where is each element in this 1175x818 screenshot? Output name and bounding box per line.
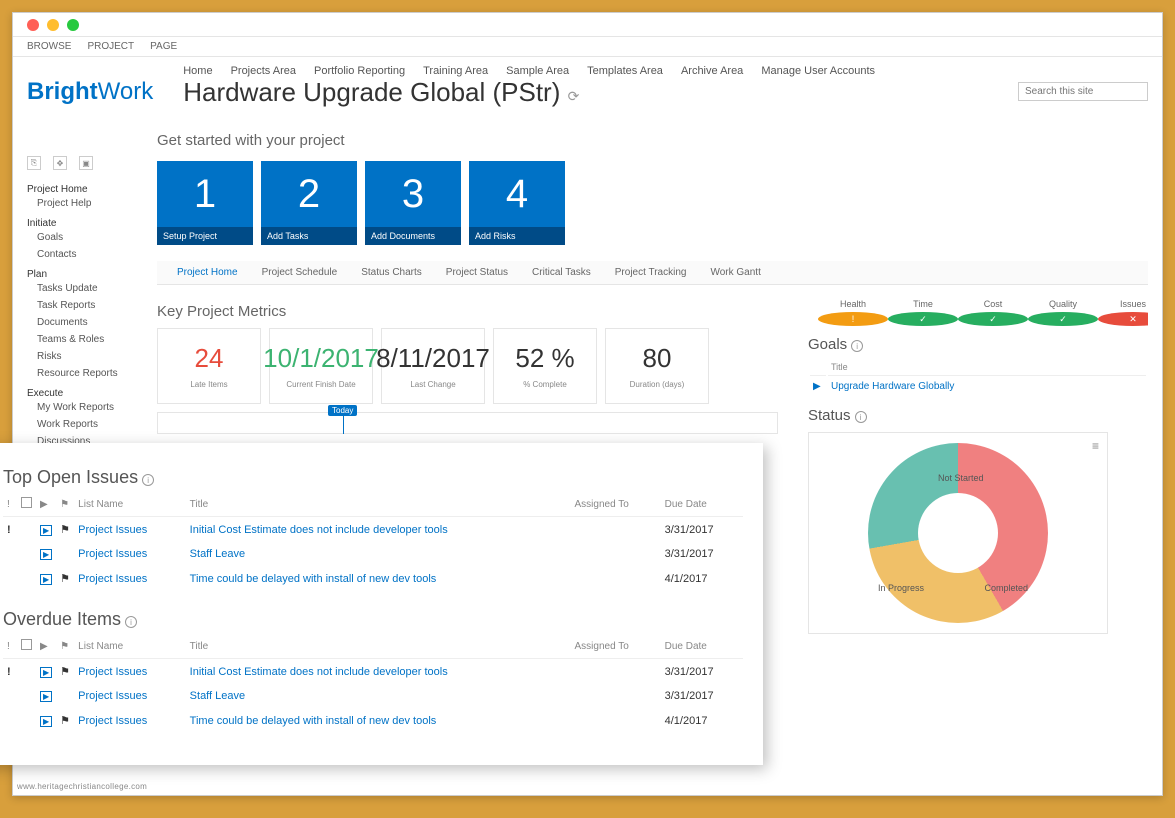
tile[interactable]: 4Add Risks: [469, 161, 565, 245]
table-row[interactable]: ▶⚑Project IssuesTime could be delayed wi…: [3, 566, 743, 591]
goal-link[interactable]: Upgrade Hardware Globally: [828, 378, 1146, 395]
donut-chart: Not Started Completed In Progress: [868, 443, 1048, 623]
tab[interactable]: Work Gantt: [710, 267, 760, 278]
tab[interactable]: Project Home: [177, 267, 238, 278]
ribbon-browse[interactable]: BROWSE: [27, 41, 71, 52]
today-marker: Today: [328, 405, 357, 416]
goals-table: Title ▶Upgrade Hardware Globally: [808, 357, 1148, 397]
page-title: Hardware Upgrade Global (PStr) ⟳: [183, 77, 988, 118]
nav-projects[interactable]: Projects Area: [231, 65, 296, 77]
health-item: Time✓: [888, 299, 958, 326]
sidebar-item[interactable]: Resource Reports: [27, 365, 137, 382]
sidebar-item[interactable]: Work Reports: [27, 416, 137, 433]
timeline: Today: [157, 412, 778, 434]
watermark: www.heritagechristiancollege.com: [17, 782, 147, 791]
sidebar-item[interactable]: Documents: [27, 314, 137, 331]
info-icon[interactable]: i: [142, 474, 154, 486]
metric-card: 80Duration (days): [605, 328, 709, 404]
nav-home[interactable]: Home: [183, 65, 212, 77]
minimize-icon[interactable]: [47, 19, 59, 31]
logo: BrightWork: [27, 78, 153, 106]
tab[interactable]: Project Status: [446, 267, 508, 278]
goal-icon[interactable]: ▶: [810, 378, 826, 395]
table-row[interactable]: ▶Project IssuesStaff Leave3/31/2017: [3, 684, 743, 708]
health-indicators: Health!Time✓Cost✓Quality✓Issues✕: [808, 299, 1148, 326]
ribbon-page[interactable]: PAGE: [150, 41, 177, 52]
sidebar-item[interactable]: My Work Reports: [27, 399, 137, 416]
tab[interactable]: Project Tracking: [615, 267, 687, 278]
nav-archive[interactable]: Archive Area: [681, 65, 743, 77]
metric-card: 8/11/2017Last Change: [381, 328, 485, 404]
overdue-title: Overdue Itemsi: [3, 609, 743, 630]
sidebar-item[interactable]: Project Help: [27, 195, 137, 212]
sidebar-icon-3[interactable]: ▣: [79, 156, 93, 170]
sidebar-item[interactable]: Tasks Update: [27, 280, 137, 297]
search-input[interactable]: [1018, 82, 1148, 101]
table-row[interactable]: ▶⚑Project IssuesTime could be delayed wi…: [3, 708, 743, 733]
sidebar-item[interactable]: Teams & Roles: [27, 331, 137, 348]
table-row[interactable]: !▶⚑Project IssuesInitial Cost Estimate d…: [3, 517, 743, 543]
nav-sample[interactable]: Sample Area: [506, 65, 569, 77]
sidebar-item[interactable]: Task Reports: [27, 297, 137, 314]
sidebar-item[interactable]: Goals: [27, 229, 137, 246]
tab[interactable]: Project Schedule: [262, 267, 338, 278]
sync-icon[interactable]: ⟳: [568, 88, 580, 104]
info-icon[interactable]: i: [855, 411, 867, 423]
issues-overlay: Top Open Issuesi !▶⚑List NameTitleAssign…: [0, 443, 763, 765]
tabs: Project Home Project Schedule Status Chart…: [157, 261, 1148, 285]
info-icon[interactable]: i: [125, 616, 137, 628]
get-started-title: Get started with your project: [157, 132, 1148, 149]
table-row[interactable]: !▶⚑Project IssuesInitial Cost Estimate d…: [3, 659, 743, 685]
chart-menu-icon[interactable]: ≡: [1092, 439, 1099, 453]
goals-title: Goalsi: [808, 336, 1148, 353]
table-row[interactable]: ▶Project IssuesStaff Leave3/31/2017: [3, 542, 743, 566]
metrics-title: Key Project Metrics: [157, 303, 778, 320]
tile[interactable]: 2Add Tasks: [261, 161, 357, 245]
metrics: 24Late Items10/1/2017Current Finish Date…: [157, 328, 778, 404]
sidebar-group[interactable]: Project Home: [27, 184, 137, 195]
maximize-icon[interactable]: [67, 19, 79, 31]
sidebar-item[interactable]: Risks: [27, 348, 137, 365]
info-icon[interactable]: i: [851, 340, 863, 352]
app-window: BROWSE PROJECT PAGE BrightWork Home Proj…: [12, 12, 1163, 796]
metric-card: 52 %% Complete: [493, 328, 597, 404]
header: BrightWork Home Projects Area Portfolio …: [13, 57, 1162, 126]
sidebar-group[interactable]: Plan: [27, 269, 137, 280]
health-item: Quality✓: [1028, 299, 1098, 326]
sidebar-group[interactable]: Initiate: [27, 218, 137, 229]
nav-templates[interactable]: Templates Area: [587, 65, 663, 77]
top-issues-table: !▶⚑List NameTitleAssigned ToDue Date!▶⚑P…: [3, 492, 743, 591]
sidebar-icon-2[interactable]: ✥: [53, 156, 67, 170]
nav-portfolio[interactable]: Portfolio Reporting: [314, 65, 405, 77]
close-icon[interactable]: [27, 19, 39, 31]
ribbon: BROWSE PROJECT PAGE: [13, 37, 1162, 57]
metric-card: 10/1/2017Current Finish Date: [269, 328, 373, 404]
tab[interactable]: Status Charts: [361, 267, 422, 278]
metric-card: 24Late Items: [157, 328, 261, 404]
status-chart: ≡ Not Started Completed In Progress: [808, 432, 1108, 634]
tile[interactable]: 1Setup Project: [157, 161, 253, 245]
sidebar-icon-1[interactable]: ⎘: [27, 156, 41, 170]
ribbon-project[interactable]: PROJECT: [87, 41, 134, 52]
titlebar: [13, 13, 1162, 37]
nav-users[interactable]: Manage User Accounts: [761, 65, 875, 77]
health-item: Issues✕: [1098, 299, 1148, 326]
health-item: Cost✓: [958, 299, 1028, 326]
nav-training[interactable]: Training Area: [423, 65, 488, 77]
sidebar-item[interactable]: Contacts: [27, 246, 137, 263]
overdue-table: !▶⚑List NameTitleAssigned ToDue Date!▶⚑P…: [3, 634, 743, 733]
status-title: Statusi: [808, 407, 1148, 424]
tile[interactable]: 3Add Documents: [365, 161, 461, 245]
tiles: 1Setup Project2Add Tasks3Add Documents4A…: [157, 161, 1148, 245]
top-issues-title: Top Open Issuesi: [3, 467, 743, 488]
tab[interactable]: Critical Tasks: [532, 267, 591, 278]
top-nav: Home Projects Area Portfolio Reporting T…: [183, 65, 988, 77]
health-item: Health!: [818, 299, 888, 326]
sidebar-group[interactable]: Execute: [27, 388, 137, 399]
